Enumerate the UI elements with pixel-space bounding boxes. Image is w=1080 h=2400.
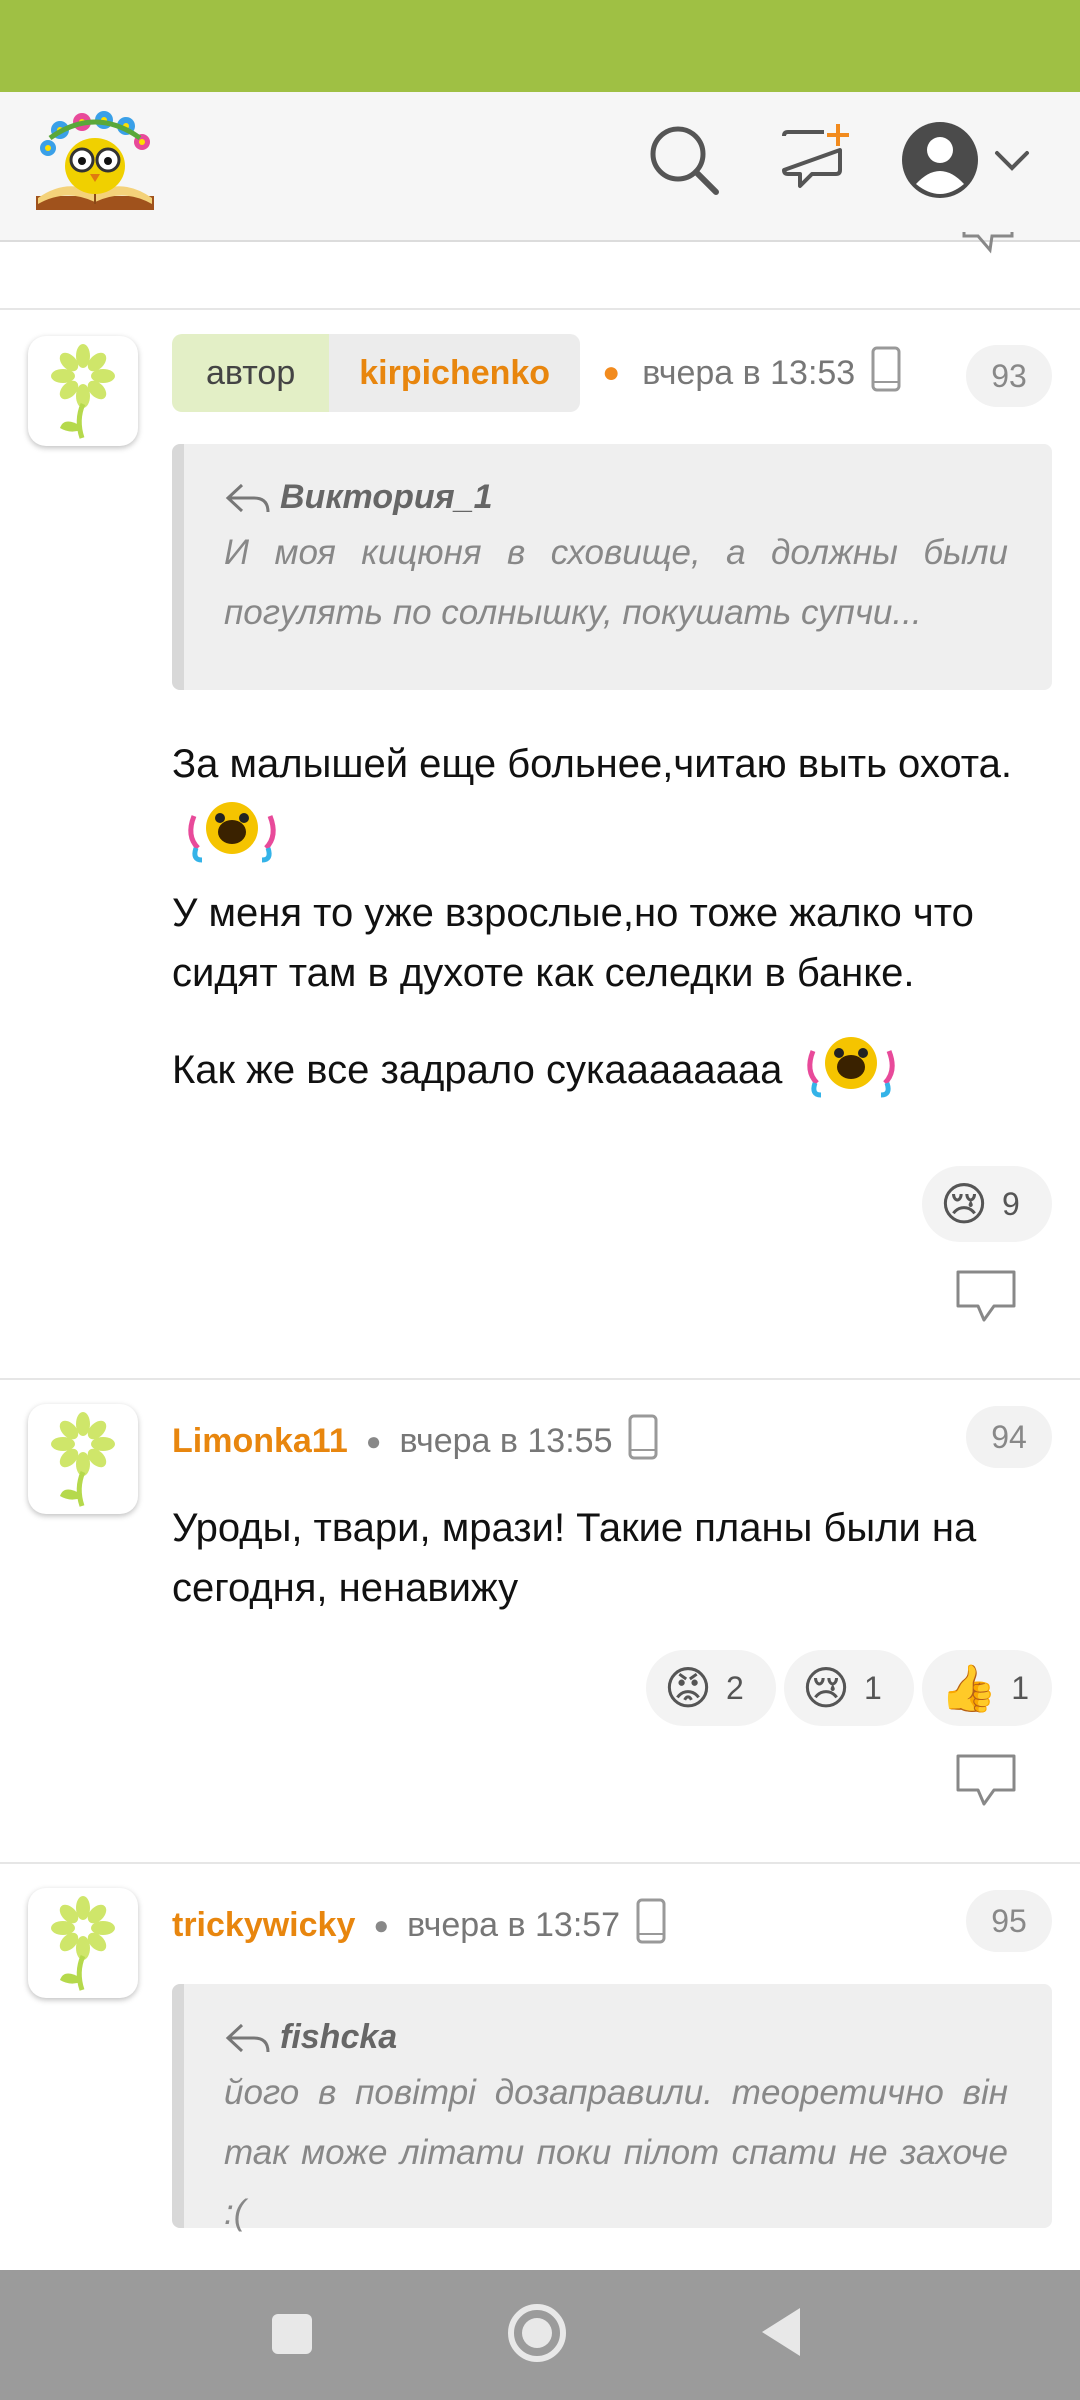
system-navigation-bar	[0, 2270, 1080, 2400]
comment-meta: Limonka11 ● вчера в 13:55	[172, 1402, 658, 1480]
reply-arrow-icon	[225, 483, 270, 512]
crying-smiley-icon	[801, 1029, 901, 1116]
new-message-icon[interactable]	[780, 122, 852, 197]
divider	[0, 308, 1080, 310]
quote-author-name: Виктория_1	[280, 478, 493, 516]
home-button[interactable]	[506, 2302, 568, 2369]
profile-avatar-icon[interactable]	[900, 120, 980, 205]
reaction-button[interactable]: 😡 2	[646, 1650, 776, 1726]
comment-number-badge[interactable]: 94	[966, 1406, 1052, 1468]
back-button[interactable]	[756, 2304, 806, 2365]
mobile-phone-icon	[871, 346, 901, 401]
comment-paragraph: Уроды, твари, мрази! Такие планы были на…	[172, 1506, 977, 1610]
comment-body: За малышей еще больнее,читаю выть охота.…	[172, 734, 1052, 1116]
comment-meta: trickywicky ● вчера в 13:57	[172, 1886, 666, 1964]
flower-icon	[51, 344, 115, 439]
book-owl-logo-icon[interactable]	[30, 108, 160, 220]
reply-arrow-icon	[225, 2023, 270, 2052]
author-tag: автор	[172, 334, 330, 412]
comment-paragraph: Как же все задрало сукаааааааа	[172, 1048, 783, 1093]
recent-apps-button[interactable]	[270, 2312, 314, 2361]
comment-time: вчера в 13:53	[642, 353, 856, 392]
top-app-bar	[0, 92, 1080, 242]
separator-dot: ●	[365, 1425, 382, 1456]
avatar[interactable]	[28, 1888, 138, 1998]
quote-block: Виктория_1 И моя кицюня в сховище, а дол…	[172, 444, 1052, 690]
crying-face-icon: 😢	[802, 1662, 850, 1714]
quote-author: fishcka	[224, 2018, 1008, 2057]
comment-paragraph: У меня то уже взрослые,но тоже жалко что…	[172, 891, 974, 995]
comment-time: вчера в 13:57	[407, 1905, 621, 1944]
comment-number-badge[interactable]: 93	[966, 345, 1052, 407]
mobile-phone-icon	[636, 1898, 666, 1953]
divider	[0, 1862, 1080, 1864]
crying-smiley-icon	[182, 794, 282, 881]
avatar[interactable]	[28, 1404, 138, 1514]
quote-block: fishcka його в повітрі дозаправили. теор…	[172, 1984, 1052, 2232]
username-link[interactable]: trickywicky	[172, 1906, 355, 1945]
flower-icon	[51, 1412, 115, 1507]
comment-body: Уроды, твари, мрази! Такие планы были на…	[172, 1498, 1052, 1618]
quote-author: Виктория_1	[224, 478, 1008, 517]
status-bar	[0, 0, 1080, 92]
reaction-button[interactable]: 😢 1	[784, 1650, 914, 1726]
reply-icon[interactable]	[960, 232, 1016, 261]
reply-button[interactable]	[954, 1752, 1018, 1815]
angry-face-icon: 😡	[664, 1662, 712, 1714]
search-icon[interactable]	[646, 122, 722, 203]
quote-author-name: fishcka	[280, 2018, 398, 2056]
separator-dot: ●	[373, 1909, 390, 1940]
reaction-count: 1	[863, 1669, 882, 1706]
crying-face-icon: 😢	[940, 1178, 988, 1230]
thumbs-up-icon: 👍	[940, 1662, 998, 1714]
comment-paragraph: За малышей еще больнее,читаю выть охота.	[172, 742, 1012, 786]
reply-button[interactable]	[954, 1268, 1018, 1331]
mobile-phone-icon	[628, 1414, 658, 1469]
chevron-down-icon[interactable]	[994, 150, 1030, 177]
reaction-count: 1	[1011, 1669, 1030, 1706]
quote-text: И моя кицюня в сховище, а должны были по…	[224, 533, 1008, 632]
username-link[interactable]: kirpichenko	[329, 334, 581, 412]
flower-icon	[51, 1896, 115, 1991]
divider	[0, 1378, 1080, 1380]
comment-meta: автор kirpichenko ● вчера в 13:53	[172, 334, 901, 412]
username-link[interactable]: Limonka11	[172, 1422, 348, 1461]
reaction-count: 9	[1001, 1185, 1020, 1222]
comment-number-badge[interactable]: 95	[966, 1890, 1052, 1952]
reaction-button[interactable]: 😢 9	[922, 1166, 1052, 1242]
quote-text: його в повітрі дозаправили. теоретично в…	[224, 2073, 1008, 2232]
reaction-button[interactable]: 👍 1	[922, 1650, 1052, 1726]
avatar[interactable]	[28, 336, 138, 446]
comment-time: вчера в 13:55	[399, 1421, 613, 1460]
separator-dot: ●	[602, 356, 621, 389]
reaction-count: 2	[725, 1669, 744, 1706]
